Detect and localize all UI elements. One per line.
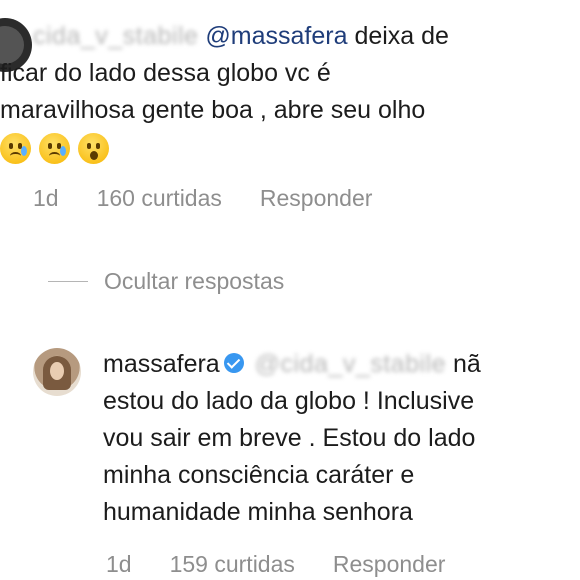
comment-meta: 1d 160 curtidas Responder xyxy=(33,185,410,212)
reply-line-3: vou sair em breve . Estou do lado xyxy=(103,424,476,452)
reply-line-1: nã xyxy=(452,350,481,378)
reply-avatar[interactable] xyxy=(33,348,81,396)
comment-line-3: maravilhosa gente boa , abre seu olho xyxy=(0,96,426,124)
comment-line-1: deixa de xyxy=(354,22,449,50)
crying-face-icon xyxy=(0,132,31,164)
surprised-face-icon xyxy=(78,132,109,164)
hide-replies-label[interactable]: Ocultar respostas xyxy=(104,268,284,295)
reply-likes[interactable]: 159 curtidas xyxy=(170,551,295,577)
hide-replies-toggle[interactable]: Ocultar respostas xyxy=(48,268,284,295)
comment-time: 1d xyxy=(33,185,59,211)
reply-line-5: humanidade minha senhora xyxy=(103,498,413,526)
verified-badge-icon xyxy=(223,353,244,374)
crying-face-icon xyxy=(39,132,70,164)
reply-body: massafera @cida_v_stabile nã estou do la… xyxy=(103,346,580,531)
comment-line-2: ficar do lado dessa globo vc é xyxy=(0,59,331,87)
reply-username[interactable]: massafera xyxy=(103,350,220,378)
divider-dash xyxy=(48,281,88,282)
comment-body: cida_v_stabile @massafera deixa de ficar… xyxy=(0,18,580,166)
reply-reply-button[interactable]: Responder xyxy=(333,551,446,577)
reply-time: 1d xyxy=(106,551,132,577)
reply-line-4: minha consciência caráter e xyxy=(103,461,415,489)
reply-mention[interactable]: @cida_v_stabile xyxy=(255,346,446,383)
reply-meta: 1d 159 curtidas Responder xyxy=(106,551,483,578)
reply-line-2: estou do lado da globo ! Inclusive xyxy=(103,387,475,415)
comment-emojis xyxy=(0,129,580,166)
comment-likes[interactable]: 160 curtidas xyxy=(97,185,222,211)
comment-reply-button[interactable]: Responder xyxy=(260,185,373,211)
comment-mention[interactable]: @massafera xyxy=(205,22,347,50)
commenter-username[interactable]: cida_v_stabile xyxy=(33,18,198,55)
